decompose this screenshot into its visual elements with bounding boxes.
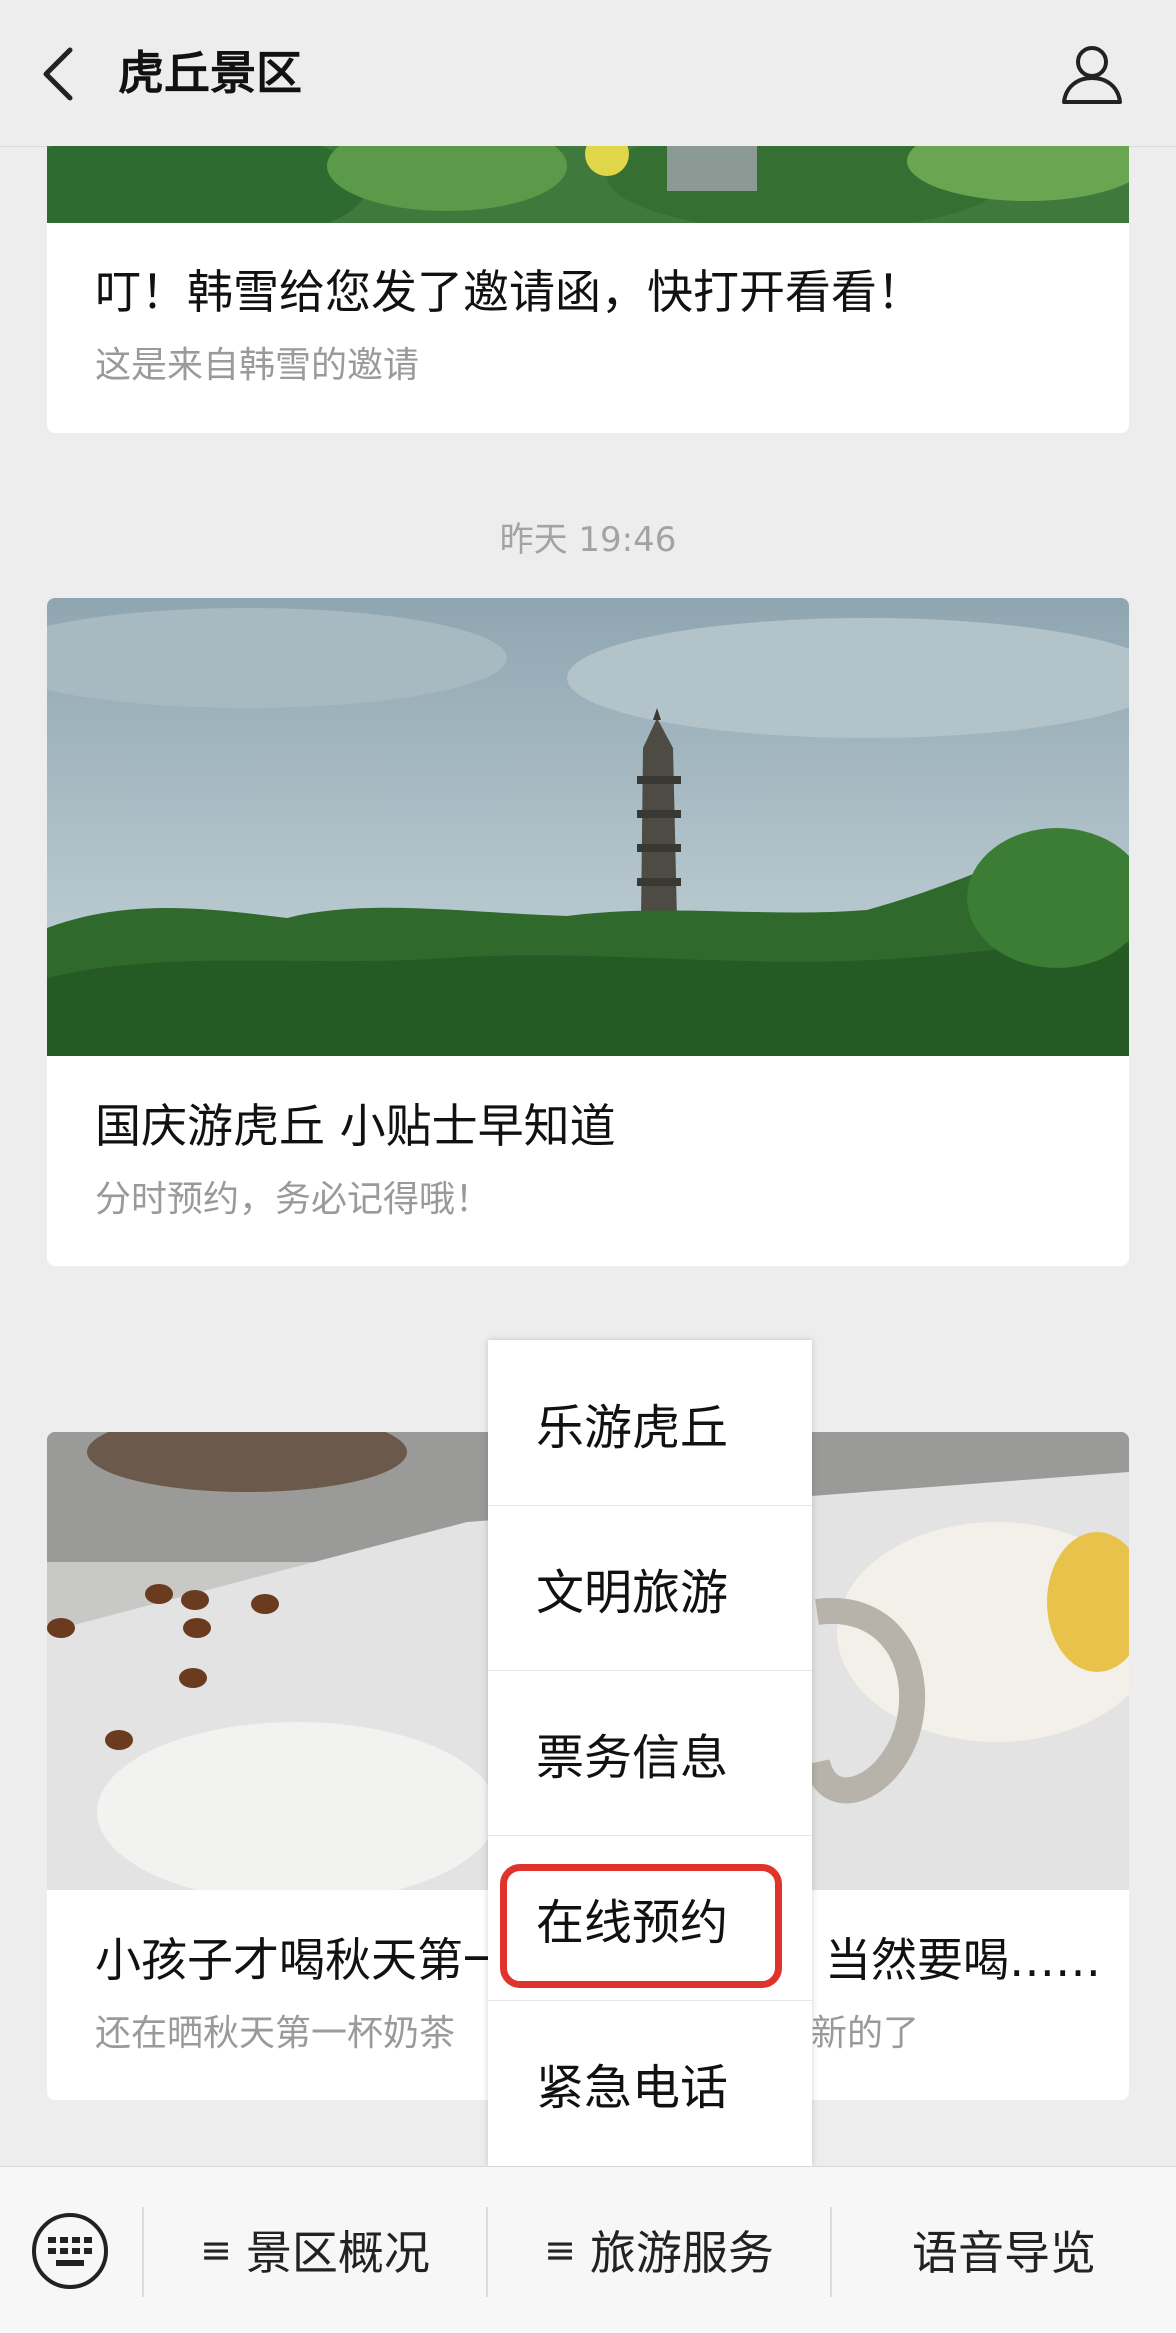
card-title: 叮！韩雪给您发了邀请函，快打开看看！ bbox=[95, 265, 923, 319]
menu-item-leyou-huqiu[interactable]: 乐游虎丘 bbox=[488, 1340, 812, 1506]
card-subtitle: 分时预约，务必记得哦！ bbox=[95, 1179, 492, 1220]
menu-item-civilized-travel[interactable]: 文明旅游 bbox=[488, 1505, 812, 1671]
menu-icon: ≡ bbox=[200, 2228, 232, 2272]
menu-item-emergency-call[interactable]: 紧急电话 bbox=[488, 2000, 812, 2165]
nav-bar: 虎丘景区 bbox=[0, 0, 1176, 147]
menu-item-ticket-info[interactable]: 票务信息 bbox=[488, 1670, 812, 1836]
card-title: 国庆游虎丘 小贴士早知道 bbox=[95, 1099, 616, 1153]
keyboard-icon[interactable] bbox=[30, 2211, 110, 2291]
card-subtitle: 这是来自韩雪的邀请 bbox=[95, 345, 420, 386]
tab-audio-guide[interactable]: 语音导览 bbox=[832, 2167, 1176, 2333]
chevron-left-icon[interactable] bbox=[38, 44, 78, 104]
page-title: 虎丘景区 bbox=[118, 46, 302, 100]
pagoda-image bbox=[47, 598, 1129, 1056]
highlight-box bbox=[500, 1864, 782, 1988]
card-subtitle-continued: 新的了 bbox=[811, 2013, 920, 2054]
card-title-continued: ，当然要喝…… bbox=[779, 1933, 1101, 1987]
tab-travel-services[interactable]: ≡ 旅游服务 bbox=[488, 2167, 830, 2333]
article-card[interactable]: 叮！韩雪给您发了邀请函，快打开看看！ 这是来自韩雪的邀请 bbox=[47, 146, 1129, 433]
article-card[interactable]: 国庆游虎丘 小贴士早知道 分时预约，务必记得哦！ bbox=[47, 598, 1129, 1266]
bottom-menu-bar: ≡ 景区概况 ≡ 旅游服务 语音导览 bbox=[0, 2166, 1176, 2333]
card-subtitle: 还在晒秋天第一杯奶茶 bbox=[95, 2013, 456, 2054]
tab-scenic-overview[interactable]: ≡ 景区概况 bbox=[144, 2167, 486, 2333]
lotus-pagoda-image bbox=[47, 146, 1129, 223]
service-submenu: 乐游虎丘 文明旅游 票务信息 在线预约 紧急电话 bbox=[488, 1340, 812, 2166]
card-title: 小孩子才喝秋天第一 bbox=[95, 1933, 509, 1987]
timestamp: 昨天 19:46 bbox=[499, 520, 677, 560]
menu-icon: ≡ bbox=[544, 2228, 576, 2272]
person-icon[interactable] bbox=[1060, 42, 1124, 106]
